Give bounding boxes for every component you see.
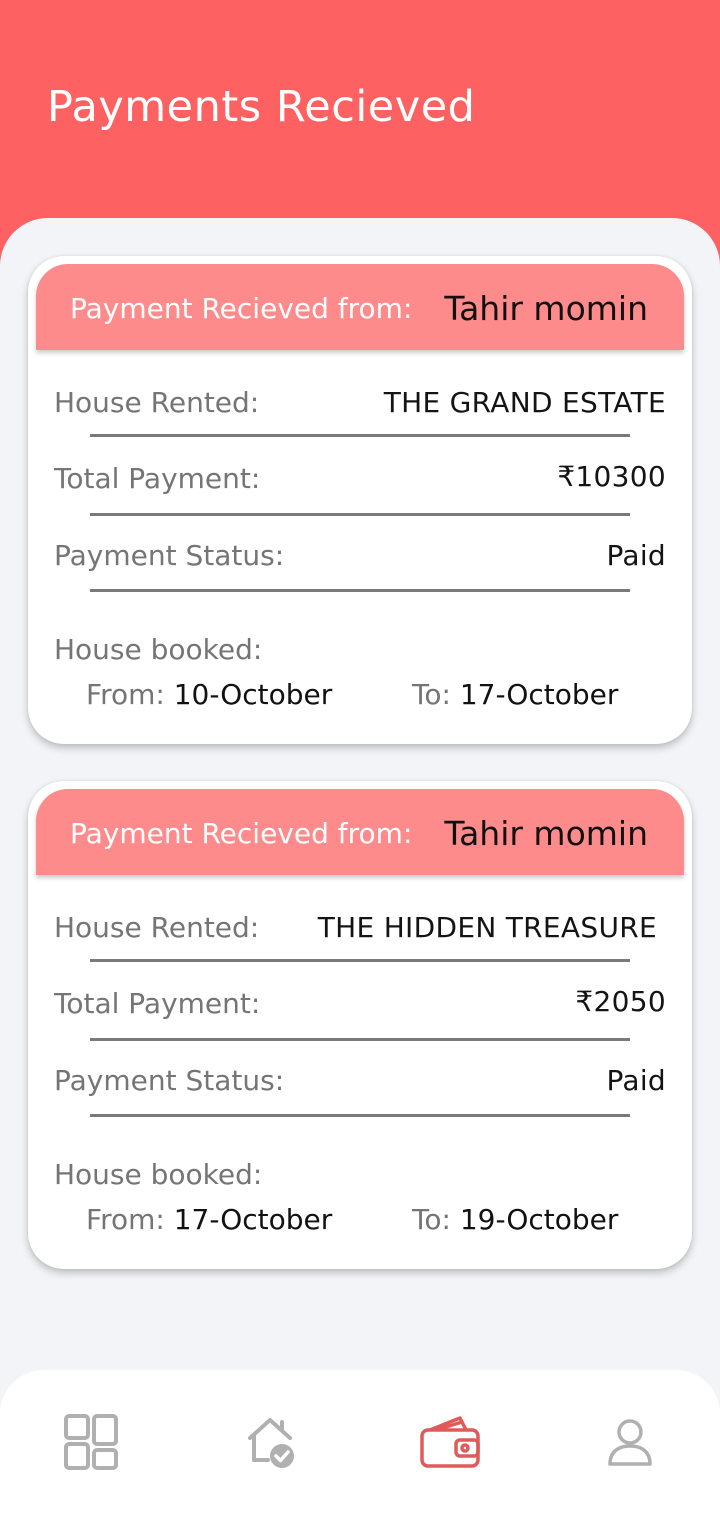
- house-rented-label: House Rented:: [54, 911, 260, 944]
- nav-bookings[interactable]: [234, 1406, 306, 1478]
- from-date-label: From:: [86, 1203, 165, 1236]
- payment-from-label: Payment Recieved from:: [70, 817, 413, 850]
- divider: [90, 434, 630, 437]
- total-payment-value: ₹10300: [557, 460, 666, 493]
- divider: [90, 513, 630, 516]
- payment-status-value: Paid: [606, 1064, 666, 1097]
- to-date-label: To:: [412, 1203, 451, 1236]
- payment-status-value: Paid: [606, 539, 666, 572]
- payment-card[interactable]: Payment Recieved from: Tahir momin House…: [28, 256, 692, 744]
- house-rented-value: THE HIDDEN TREASURE: [317, 911, 657, 944]
- from-date-label: From:: [86, 678, 165, 711]
- payment-status-label: Payment Status:: [54, 1064, 285, 1097]
- to-date-label: To:: [412, 678, 451, 711]
- divider: [90, 959, 630, 962]
- house-check-icon: [248, 1418, 294, 1468]
- total-payment-value: ₹2050: [575, 985, 666, 1018]
- payment-status-label: Payment Status:: [54, 539, 285, 572]
- house-rented-value: THE GRAND ESTATE: [383, 386, 666, 419]
- card-header: Payment Recieved from: Tahir momin: [36, 264, 684, 350]
- divider: [90, 1038, 630, 1041]
- total-payment-label: Total Payment:: [54, 987, 261, 1020]
- page-title: Payments Recieved: [47, 82, 476, 132]
- nav-profile[interactable]: [594, 1406, 666, 1478]
- dashboard-grid-icon: [64, 1414, 118, 1470]
- divider: [90, 589, 630, 592]
- divider: [90, 1114, 630, 1117]
- house-booked-label: House booked:: [54, 633, 263, 666]
- from-date-value: 10-October: [173, 678, 333, 711]
- payer-name: Tahir momin: [444, 289, 648, 328]
- house-booked-label: House booked:: [54, 1158, 263, 1191]
- nav-dashboard[interactable]: [54, 1406, 126, 1478]
- booking-to: To: 17-October: [412, 678, 618, 711]
- booking-to: To: 19-October: [412, 1203, 618, 1236]
- nav-wallet[interactable]: [414, 1406, 486, 1478]
- booking-from: From: 10-October: [86, 678, 332, 711]
- card-header: Payment Recieved from: Tahir momin: [36, 789, 684, 875]
- booking-from: From: 17-October: [86, 1203, 332, 1236]
- total-payment-label: Total Payment:: [54, 462, 261, 495]
- to-date-value: 17-October: [459, 678, 619, 711]
- bottom-navigation: [0, 1370, 720, 1514]
- to-date-value: 19-October: [459, 1203, 619, 1236]
- house-rented-label: House Rented:: [54, 386, 260, 419]
- wallet-icon: [420, 1416, 480, 1468]
- payer-name: Tahir momin: [444, 814, 648, 853]
- from-date-value: 17-October: [173, 1203, 333, 1236]
- payment-card[interactable]: Payment Recieved from: Tahir momin House…: [28, 781, 692, 1269]
- payment-from-label: Payment Recieved from:: [70, 292, 413, 325]
- user-profile-icon: [608, 1419, 652, 1466]
